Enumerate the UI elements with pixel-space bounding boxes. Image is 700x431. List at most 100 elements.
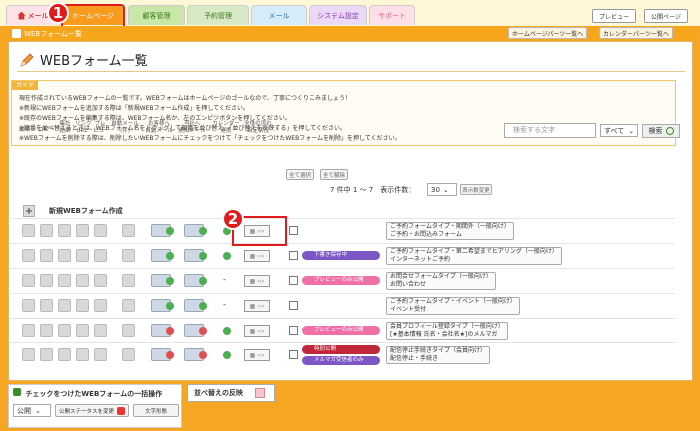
tab-reservations-label: 予約管理 — [204, 11, 232, 20]
auto-mail-icon[interactable] — [122, 299, 135, 312]
row-checkbox[interactable] — [289, 251, 298, 260]
copy-icon[interactable] — [40, 274, 53, 287]
change-status-button[interactable]: 公開ステータスを変更 — [55, 404, 129, 417]
tab-customers-label: 顧客管理 — [142, 11, 171, 20]
form-name-subline: ご予約・お問込みフォーム — [390, 231, 462, 238]
row-checkbox[interactable] — [289, 326, 298, 335]
pager-text: 7 件中 1 ～ 7 表示件数： — [330, 186, 416, 194]
edit-pencil-icon[interactable] — [22, 224, 35, 237]
new-form-label: 新規WEBフォーム作成 — [49, 207, 123, 215]
guide-tag: ガイド — [12, 81, 39, 90]
col-preview: プレ ビュー — [93, 121, 110, 134]
auto-mail-icon[interactable] — [122, 348, 135, 361]
calendar-parts-link[interactable]: カレンダーパーツ一覧へ — [599, 27, 673, 39]
edit-pencil-icon[interactable] — [22, 348, 35, 361]
form-name-link[interactable]: 会員プロフィール登録タイプ（一般向け） [★基本情報 氏名・会社名★]のメルマガ — [386, 322, 508, 340]
tab-system-settings[interactable]: システム設定 — [309, 5, 367, 25]
flow-settings-button[interactable]: ▦ ››› — [244, 275, 270, 287]
form-name-link[interactable]: ご予約フォームタイプ・イベント（一般向け） イベント受付 — [386, 297, 520, 315]
refresh-icon — [117, 406, 125, 415]
results-chart-icon[interactable] — [58, 224, 71, 237]
bulk-title: チェックをつけたWEBフォームの一括操作 — [13, 388, 162, 399]
row-checkbox[interactable] — [289, 301, 298, 310]
preview-button[interactable]: プレビュー — [592, 9, 636, 23]
row-checkbox[interactable] — [289, 226, 298, 235]
change-per-page-button[interactable]: 表示数変更 — [460, 184, 492, 195]
deselect-all-button[interactable]: 全て解除 — [320, 169, 348, 180]
results-chart-icon[interactable] — [58, 249, 71, 262]
row-checkbox[interactable] — [289, 350, 298, 359]
link-icon[interactable] — [76, 224, 89, 237]
new-form-row[interactable]: + 新規WEBフォーム作成 — [23, 205, 123, 217]
edit-pencil-icon[interactable] — [22, 299, 35, 312]
annotation-1: 1 — [47, 2, 69, 24]
chevron-down-icon: ⌄ — [35, 406, 41, 415]
col-customer-mail: お客様へ 自動メール — [145, 121, 173, 134]
tab-mail[interactable]: メール — [251, 5, 307, 25]
status-badge: プレビューのみ公開 — [302, 326, 380, 335]
flow-settings-button[interactable]: ▦ ››› — [244, 349, 270, 361]
edit-pencil-icon[interactable] — [22, 324, 35, 337]
auto-mail-icon[interactable] — [122, 274, 135, 287]
auto-mail-icon[interactable] — [122, 249, 135, 262]
preview-icon[interactable] — [94, 324, 107, 337]
link-icon[interactable] — [76, 274, 89, 287]
results-chart-icon[interactable] — [58, 324, 71, 337]
status-badge: プレビューのみ公開 — [302, 276, 380, 285]
tab-home-label: メール — [27, 11, 49, 20]
search-scope-select[interactable]: すべて ⌄ — [600, 124, 638, 137]
copy-icon[interactable] — [40, 348, 53, 361]
copy-icon[interactable] — [40, 299, 53, 312]
preview-icon[interactable] — [94, 224, 107, 237]
row-checkbox[interactable] — [289, 276, 298, 285]
search-input[interactable]: 検索する文字 — [504, 123, 596, 138]
preview-icon[interactable] — [94, 249, 107, 262]
form-name-subline: お問い合わせ — [390, 281, 427, 288]
tab-reservations[interactable]: 予約管理 — [187, 5, 249, 25]
bulk-title-text: チェックをつけたWEBフォームの一括操作 — [25, 390, 163, 398]
flow-settings-button[interactable]: ▦ ››› — [244, 325, 270, 337]
preview-icon[interactable] — [94, 274, 107, 287]
results-chart-icon[interactable] — [58, 299, 71, 312]
results-chart-icon[interactable] — [58, 274, 71, 287]
form-name-link[interactable]: ご予約フォームタイプ・第二希望までヒアリング（一般向け） インターネットご予約 — [386, 247, 562, 265]
status-ok-icon — [199, 252, 207, 260]
status-ok-icon — [166, 227, 174, 235]
bulk-status-value: 公開 — [17, 406, 31, 415]
form-name-line: ご予約フォームタイプ・イベント（一般向け） — [390, 298, 516, 305]
calendar-ok-icon — [223, 351, 231, 359]
per-page-select[interactable]: 30 ⌄ — [427, 183, 457, 196]
public-page-button[interactable]: 公開ページ — [644, 9, 688, 23]
edit-pencil-icon[interactable] — [22, 274, 35, 287]
form-name-link[interactable]: お問合せフォームタイプ（一般向け） お問い合わせ — [386, 272, 496, 290]
select-all-button[interactable]: 全て選択 — [286, 169, 314, 180]
hp-parts-link[interactable]: ホームページパーツ一覧へ — [508, 27, 588, 39]
apply-sort-button[interactable]: 並べ替えの反映 — [187, 384, 275, 402]
preview-icon[interactable] — [94, 348, 107, 361]
preview-icon[interactable] — [94, 299, 107, 312]
form-name-link[interactable]: ご予約フォームタイプ・期間外（一般向け） ご予約・お問込みフォーム — [386, 222, 514, 240]
flow-settings-button[interactable]: ▦ ››› — [244, 250, 270, 262]
auto-mail-icon[interactable] — [122, 224, 135, 237]
search-button[interactable]: 検索 — [642, 124, 680, 138]
copy-icon[interactable] — [40, 249, 53, 262]
link-icon[interactable] — [76, 324, 89, 337]
tab-support[interactable]: サポート — [369, 5, 415, 25]
auto-mail-icon[interactable] — [122, 324, 135, 337]
edit-pencil-icon[interactable] — [22, 249, 35, 262]
link-icon[interactable] — [76, 299, 89, 312]
form-name-line: お問合せフォームタイプ（一般向け） — [390, 273, 492, 280]
text-style-button[interactable]: 文字形態 — [133, 404, 179, 417]
copy-icon[interactable] — [40, 224, 53, 237]
results-chart-icon[interactable] — [58, 348, 71, 361]
col-link-url: リンク URL — [75, 121, 92, 134]
col-results: 集計 結果 — [59, 121, 71, 134]
bulk-status-select[interactable]: 公開 ⌄ — [13, 404, 51, 417]
link-icon[interactable] — [76, 348, 89, 361]
flow-settings-button[interactable]: ▦ ››› — [244, 300, 270, 312]
tab-customers[interactable]: 顧客管理 — [128, 5, 185, 25]
copy-icon[interactable] — [40, 324, 53, 337]
plus-icon: + — [23, 205, 35, 217]
form-name-link[interactable]: 配信停止手続きタイプ（会員向け） 配信停止・手続き — [386, 346, 491, 364]
link-icon[interactable] — [76, 249, 89, 262]
